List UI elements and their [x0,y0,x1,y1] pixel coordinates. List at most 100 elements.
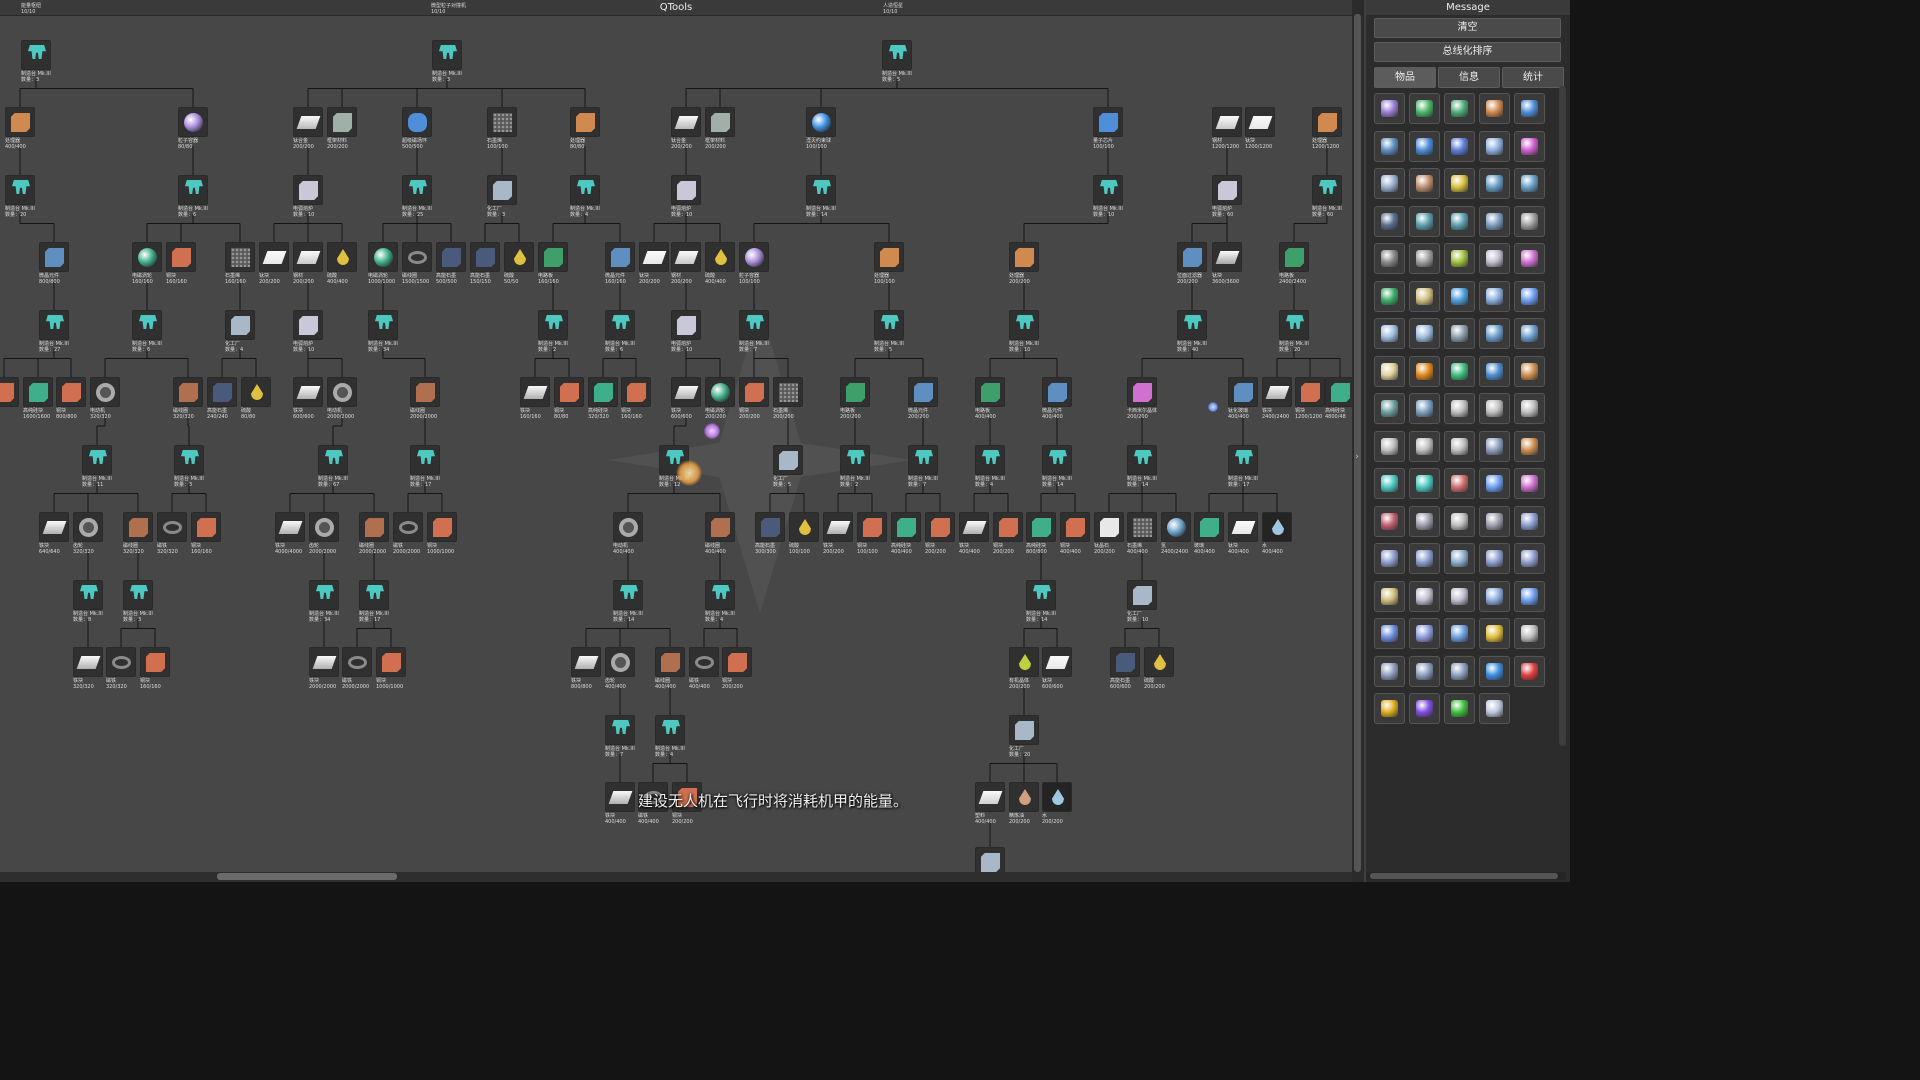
item-node[interactable] [1177,242,1207,272]
item-node[interactable] [755,512,785,542]
assembler-node[interactable] [174,445,204,475]
item-node[interactable] [705,107,735,137]
panel-scrollbar[interactable] [1559,86,1566,746]
item-node[interactable] [0,377,19,407]
item-node[interactable] [993,512,1023,542]
item-slot[interactable] [1444,205,1475,237]
item-node[interactable] [1009,782,1039,812]
item-node[interactable] [327,107,357,137]
item-node[interactable] [368,242,398,272]
item-node[interactable] [1228,377,1258,407]
item-node[interactable] [157,512,187,542]
assembler-node[interactable] [655,715,685,745]
assembler-node[interactable] [1228,445,1258,475]
item-node[interactable] [241,377,271,407]
item-node[interactable] [1228,512,1258,542]
item-node[interactable] [554,377,584,407]
item-node[interactable] [891,512,921,542]
item-node[interactable] [56,377,86,407]
assembler-node[interactable] [410,445,440,475]
clear-button[interactable]: 清空 [1374,18,1561,38]
item-node[interactable] [671,107,701,137]
item-node[interactable] [275,512,305,542]
item-slot[interactable] [1444,505,1475,537]
assembler-node[interactable] [359,580,389,610]
item-node[interactable] [789,512,819,542]
item-slot[interactable] [1514,318,1545,349]
item-node[interactable] [1009,715,1039,745]
item-node[interactable] [393,512,423,542]
item-node[interactable] [410,377,440,407]
item-slot[interactable] [1374,693,1405,724]
item-slot[interactable] [1409,93,1440,124]
item-slot[interactable] [1409,468,1440,499]
item-node[interactable] [1026,512,1056,542]
item-node[interactable] [975,377,1005,407]
item-slot[interactable] [1479,318,1510,349]
assembler-node[interactable] [82,445,112,475]
item-slot[interactable] [1374,618,1405,649]
item-node[interactable] [359,512,389,542]
item-node[interactable] [538,242,568,272]
item-slot[interactable] [1514,430,1545,462]
item-node[interactable] [1042,377,1072,407]
item-node[interactable] [1245,107,1275,137]
item-node[interactable] [739,242,769,272]
assembler-node[interactable] [123,580,153,610]
item-node[interactable] [504,242,534,272]
item-slot[interactable] [1444,655,1475,687]
assembler-node[interactable] [178,175,208,205]
item-node[interactable] [655,647,685,677]
item-node[interactable] [225,242,255,272]
item-node[interactable] [436,242,466,272]
item-node[interactable] [908,377,938,407]
item-slot[interactable] [1444,243,1475,274]
item-node[interactable] [1144,647,1174,677]
item-node[interactable] [140,647,170,677]
item-slot[interactable] [1444,280,1475,312]
item-node[interactable] [191,512,221,542]
item-node[interactable] [1161,512,1191,542]
item-node[interactable] [773,377,803,407]
item-node[interactable] [1262,377,1292,407]
item-slot[interactable] [1479,655,1510,687]
assembler-node[interactable] [705,580,735,610]
assembler-node[interactable] [1177,310,1207,340]
item-node[interactable] [309,512,339,542]
item-node[interactable] [173,377,203,407]
item-node[interactable] [705,377,735,407]
item-node[interactable] [5,107,35,137]
item-node[interactable] [639,242,669,272]
item-slot[interactable] [1409,543,1440,574]
item-slot[interactable] [1409,243,1440,274]
item-slot[interactable] [1409,505,1440,537]
item-node[interactable] [402,242,432,272]
item-slot[interactable] [1479,543,1510,574]
item-node[interactable] [1212,242,1242,272]
item-node[interactable] [1127,512,1157,542]
item-node[interactable] [1127,377,1157,407]
item-slot[interactable] [1514,580,1545,612]
collapse-panel-icon[interactable]: › [1352,448,1362,466]
item-node[interactable] [293,175,323,205]
assembler-node[interactable] [21,40,51,70]
item-node[interactable] [470,242,500,272]
item-slot[interactable] [1444,618,1475,649]
item-node[interactable] [840,377,870,407]
assembler-node[interactable] [309,580,339,610]
item-slot[interactable] [1374,130,1405,162]
item-slot[interactable] [1444,393,1475,424]
item-slot[interactable] [1444,355,1475,387]
item-node[interactable] [123,512,153,542]
horizontal-scrollbar-thumb[interactable] [217,873,397,880]
item-node[interactable] [605,242,635,272]
item-slot[interactable] [1409,130,1440,162]
item-slot[interactable] [1409,393,1440,424]
item-node[interactable] [178,107,208,137]
item-node[interactable] [722,647,752,677]
item-slot[interactable] [1444,93,1475,124]
item-slot[interactable] [1479,468,1510,499]
item-slot[interactable] [1374,468,1405,499]
vertical-scrollbar-thumb[interactable] [1354,14,1361,872]
item-slot[interactable] [1444,580,1475,612]
